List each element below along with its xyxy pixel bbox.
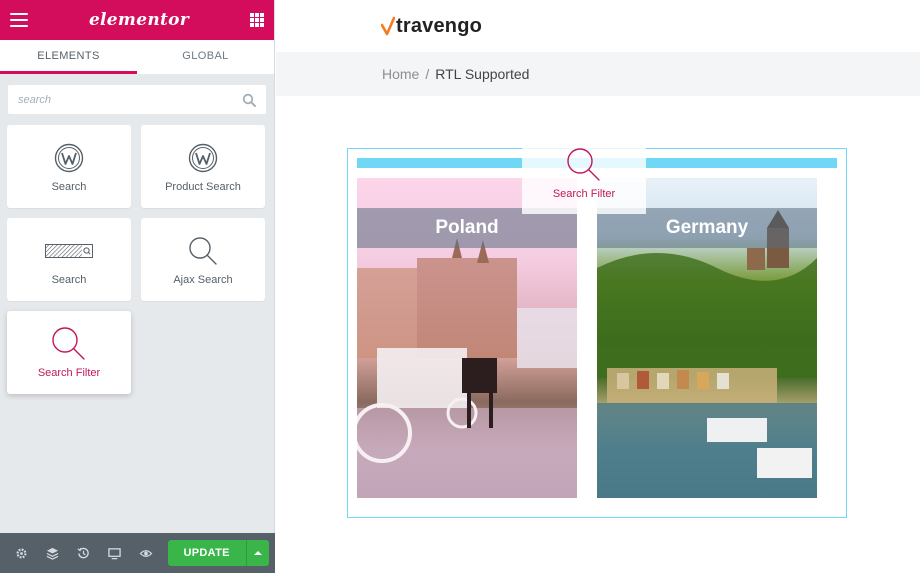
menu-icon[interactable] xyxy=(10,13,28,27)
elementor-panel: elementor ELEMENTS GLOBAL search Search … xyxy=(0,0,275,573)
panel-header: elementor xyxy=(0,0,274,40)
magnifier-icon xyxy=(50,326,88,361)
logo-text: travengo xyxy=(396,14,483,37)
editor-app: elementor ELEMENTS GLOBAL search Search … xyxy=(0,0,920,573)
widget-ajax-search[interactable]: Ajax Search xyxy=(141,218,265,301)
history-icon[interactable] xyxy=(68,533,99,573)
destination-card-poland[interactable]: Poland xyxy=(357,178,577,498)
settings-gear-icon[interactable] xyxy=(6,533,37,573)
widget-label: Ajax Search xyxy=(173,273,233,286)
breadcrumb: Home / RTL Supported xyxy=(276,52,920,96)
elementor-logo: elementor xyxy=(88,10,190,30)
breadcrumb-home-link[interactable]: Home xyxy=(382,66,419,82)
wordpress-icon xyxy=(54,141,84,175)
widget-search[interactable]: Search xyxy=(7,125,131,208)
update-options-caret-icon[interactable] xyxy=(245,540,269,566)
widget-search-form[interactable]: Search xyxy=(7,218,131,301)
tab-elements[interactable]: ELEMENTS xyxy=(0,40,137,74)
magnifier-icon xyxy=(187,234,219,268)
widget-search-input[interactable] xyxy=(18,93,242,106)
page-preview: travengo Home / RTL Supported Poland Ger… xyxy=(276,0,920,573)
widget-product-search[interactable]: Product Search xyxy=(141,125,265,208)
site-logo[interactable]: travengo xyxy=(381,15,482,38)
dragged-widget-preview: Search Filter xyxy=(522,144,646,214)
breadcrumb-current: RTL Supported xyxy=(435,66,530,82)
search-icon[interactable] xyxy=(242,93,256,107)
site-header: travengo xyxy=(276,0,920,52)
preview-eye-icon[interactable] xyxy=(131,533,162,573)
search-form-icon xyxy=(45,234,93,268)
wordpress-icon xyxy=(188,141,218,175)
logo-check-icon xyxy=(381,16,395,35)
widget-search-filter[interactable]: Search Filter xyxy=(7,311,131,394)
dragged-widget-label: Search Filter xyxy=(552,188,616,200)
widget-label: Product Search xyxy=(165,180,241,193)
breadcrumb-separator: / xyxy=(425,66,430,82)
update-button[interactable]: UPDATE xyxy=(167,540,246,566)
widget-label: Search xyxy=(51,273,87,286)
card-title: Germany xyxy=(597,208,817,248)
destination-card-germany[interactable]: Germany xyxy=(597,178,817,498)
responsive-desktop-icon[interactable] xyxy=(99,533,130,573)
card-title: Poland xyxy=(357,208,577,248)
panel-footer: UPDATE xyxy=(0,533,275,573)
layers-icon[interactable] xyxy=(37,533,68,573)
widget-label: Search Filter xyxy=(37,366,101,379)
panel-tabs: ELEMENTS GLOBAL xyxy=(0,40,274,74)
widget-grid: Search Product Search Search Ajax Search… xyxy=(0,125,274,394)
magnifier-icon xyxy=(567,148,600,181)
widgets-grid-icon[interactable] xyxy=(249,13,264,27)
tab-global[interactable]: GLOBAL xyxy=(137,40,274,74)
widget-search xyxy=(7,84,267,115)
widget-label: Search xyxy=(51,180,87,193)
